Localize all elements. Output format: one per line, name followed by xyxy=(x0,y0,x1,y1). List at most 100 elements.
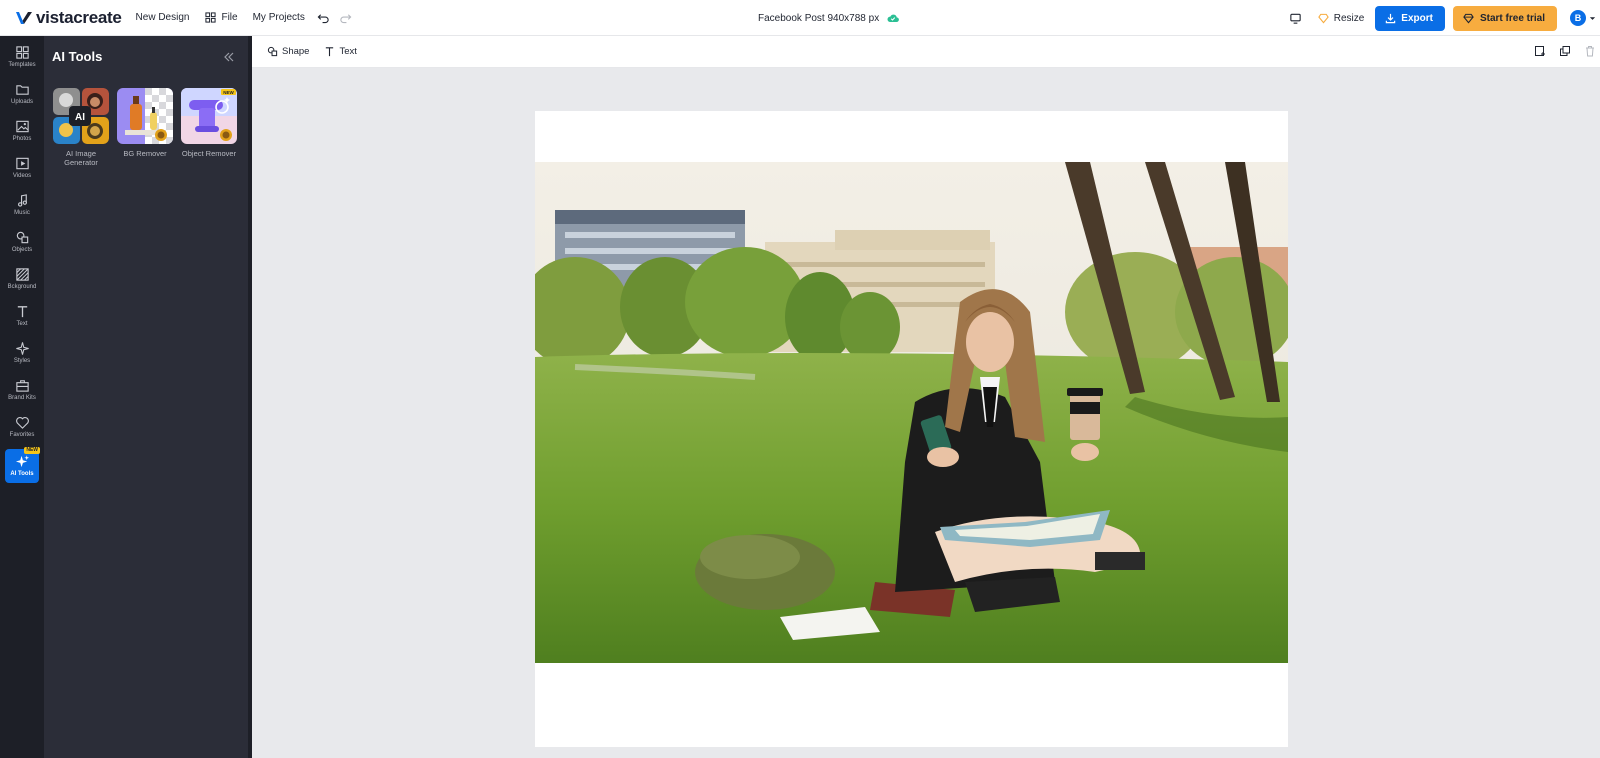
my-projects-label: My Projects xyxy=(252,12,305,23)
text-icon xyxy=(326,47,334,57)
text-label: Text xyxy=(339,46,357,57)
text-icon xyxy=(17,306,27,318)
ai-image-generator-collage-icon: AI xyxy=(53,88,109,144)
rail-label-uploads: Uploads xyxy=(10,99,33,105)
top-bar: vistacreate New Design File My Projects … xyxy=(0,0,1600,36)
object-remover-cursor-icon: NEW xyxy=(181,88,237,144)
rail-label-text: Text xyxy=(16,321,28,327)
add-page-icon[interactable] xyxy=(1534,45,1546,57)
tool-label-bg-remover: BG Remover xyxy=(123,149,167,158)
editor-toolbar: Shape Text xyxy=(252,36,1600,68)
start-free-trial-button[interactable]: Start free trial xyxy=(1452,5,1557,31)
sparkle-icon xyxy=(15,342,29,355)
undo-button[interactable] xyxy=(315,9,333,27)
export-label: Export xyxy=(1401,12,1433,24)
duplicate-icon[interactable] xyxy=(1559,45,1571,57)
object-remover-thumbnail: NEW xyxy=(181,88,237,144)
shapes-icon xyxy=(16,231,28,244)
cloud-saved-icon xyxy=(887,14,900,23)
document-title-text: Facebook Post 940x788 px xyxy=(758,12,880,24)
folder-icon xyxy=(15,85,29,95)
grid-icon xyxy=(205,12,217,23)
park-scene-image xyxy=(535,162,1288,663)
vistacreate-logo-icon xyxy=(16,11,32,24)
tool-ai-image-generator[interactable]: AI AI Image Generator xyxy=(51,88,111,167)
templates-icon xyxy=(15,46,29,59)
add-text-button[interactable]: Text xyxy=(324,46,357,57)
add-shape-button[interactable]: Shape xyxy=(267,46,309,57)
rail-label-favorites: Favorites xyxy=(9,432,35,438)
logo[interactable]: vistacreate xyxy=(15,0,122,36)
canvas-workspace xyxy=(252,68,1600,758)
background-icon xyxy=(15,268,29,281)
music-icon xyxy=(17,194,27,207)
chevron-down-icon[interactable] xyxy=(1589,15,1596,22)
image-icon xyxy=(15,120,29,133)
video-icon xyxy=(15,157,29,170)
svg-text:AI: AI xyxy=(75,112,85,123)
tool-bg-remover[interactable]: BG Remover xyxy=(115,88,175,158)
bg-remover-thumbnail xyxy=(117,88,173,144)
collapse-panel-icon[interactable] xyxy=(223,51,235,63)
file-menu-button[interactable]: File xyxy=(205,12,238,23)
svg-text:NEW: NEW xyxy=(223,90,234,95)
monitor-icon xyxy=(1290,13,1301,24)
file-menu-label: File xyxy=(221,12,238,23)
rail-label-music: Music xyxy=(14,210,30,216)
avatar[interactable]: B xyxy=(1570,10,1586,26)
rail-item-videos[interactable]: Videos xyxy=(0,155,44,191)
ai-tools-panel: AI Tools AI AI Image Generator BG Remove… xyxy=(44,36,252,758)
rail-label-brand-kits: Brand Kits xyxy=(8,395,36,401)
tool-label-object-remover: Object Remover xyxy=(181,149,237,158)
rail-item-templates[interactable]: Templates xyxy=(0,44,44,80)
briefcase-icon xyxy=(15,380,29,392)
ai-image-generator-thumbnail: AI xyxy=(53,88,109,144)
left-rail: Templates Uploads Photos Videos Music Ob… xyxy=(0,36,44,758)
diamond-icon xyxy=(1463,13,1474,23)
new-design-button[interactable]: New Design xyxy=(136,12,190,23)
resize-label: Resize xyxy=(1333,12,1365,24)
design-page[interactable] xyxy=(535,111,1288,747)
tool-object-remover[interactable]: NEW Object Remover xyxy=(179,88,239,158)
shape-icon xyxy=(267,46,278,57)
preview-button[interactable] xyxy=(1287,9,1305,27)
ai-sparkle-icon xyxy=(15,455,29,468)
bg-remover-bottle-icon xyxy=(117,88,173,144)
rail-item-uploads[interactable]: Uploads xyxy=(0,81,44,117)
download-icon xyxy=(1386,13,1396,23)
rail-label-styles: Styles xyxy=(13,358,31,364)
new-design-label: New Design xyxy=(135,12,190,23)
tool-label-ai-image-generator: AI Image Generator xyxy=(64,149,98,167)
rail-label-ai-tools: AI Tools xyxy=(10,471,34,477)
my-projects-button[interactable]: My Projects xyxy=(253,12,305,23)
trash-icon[interactable] xyxy=(1584,45,1596,57)
heart-icon xyxy=(15,416,29,429)
document-title[interactable]: Facebook Post 940x788 px xyxy=(758,0,900,36)
rail-item-favorites[interactable]: Favorites xyxy=(0,414,44,450)
rail-item-styles[interactable]: Styles xyxy=(0,340,44,376)
rail-item-text[interactable]: Text xyxy=(0,303,44,339)
rail-item-music[interactable]: Music xyxy=(0,192,44,228)
rail-label-templates: Templates xyxy=(8,62,36,68)
rail-label-videos: Videos xyxy=(12,173,32,179)
new-badge: NEW xyxy=(24,447,40,454)
rail-item-background[interactable]: Bckground xyxy=(0,266,44,302)
resize-button[interactable]: Resize xyxy=(1317,12,1365,24)
shape-label: Shape xyxy=(282,46,310,57)
rail-item-objects[interactable]: Objects xyxy=(0,229,44,265)
undo-icon xyxy=(317,14,329,24)
export-button[interactable]: Export xyxy=(1375,5,1445,31)
rail-label-background: Bckground xyxy=(7,284,37,290)
logo-text: vistacreate xyxy=(36,7,122,27)
rail-label-photos: Photos xyxy=(12,136,32,142)
redo-icon xyxy=(340,14,352,24)
panel-title: AI Tools xyxy=(52,49,103,64)
canvas-photo[interactable] xyxy=(535,162,1288,663)
rail-item-ai-tools[interactable]: NEW AI Tools xyxy=(5,447,40,483)
rail-item-brand-kits[interactable]: Brand Kits xyxy=(0,377,44,413)
rail-label-objects: Objects xyxy=(11,247,33,253)
rail-item-photos[interactable]: Photos xyxy=(0,118,44,154)
resize-diamond-icon xyxy=(1317,13,1329,23)
start-free-trial-label: Start free trial xyxy=(1479,12,1545,24)
redo-button[interactable] xyxy=(337,9,355,27)
